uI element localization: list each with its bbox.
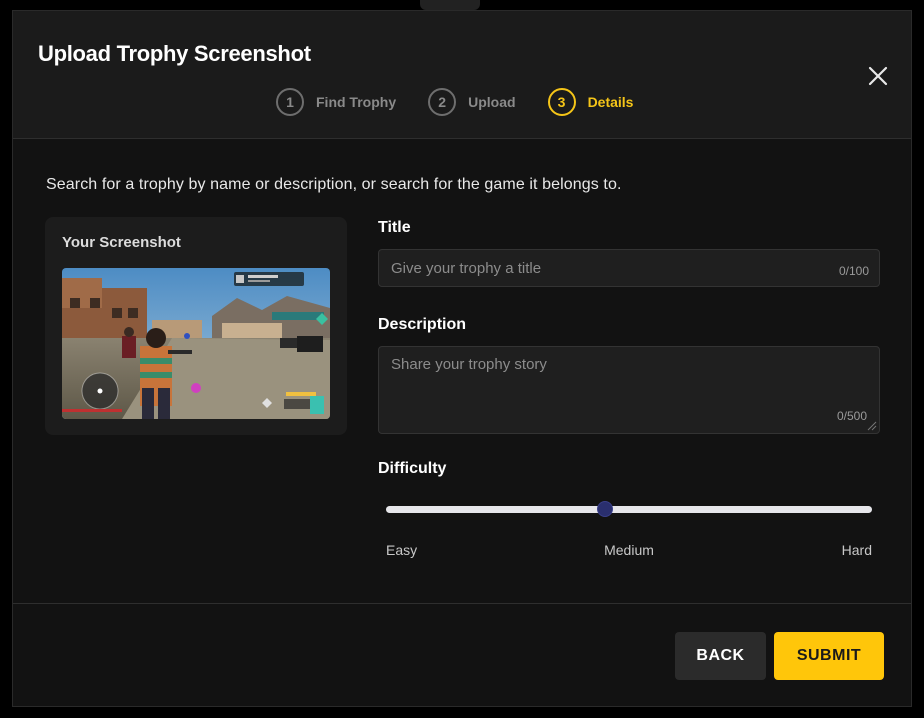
step-label: Details — [587, 94, 634, 110]
step-details[interactable]: 3 Details — [547, 88, 634, 116]
description-field-wrapper: 0/500 — [378, 346, 880, 434]
step-number: 1 — [276, 88, 304, 116]
step-label: Upload — [468, 94, 516, 110]
slider-thumb[interactable] — [596, 501, 613, 517]
details-form: Title 0/100 Description 0/500 Difficulty… — [378, 219, 880, 562]
resize-handle-icon[interactable] — [865, 419, 877, 431]
dialog-header: Upload Trophy Screenshot 1 Find Trophy 2… — [13, 11, 911, 139]
instructions-text: Search for a trophy by name or descripti… — [46, 176, 622, 193]
upload-trophy-dialog: Upload Trophy Screenshot 1 Find Trophy 2… — [12, 10, 912, 707]
close-icon — [868, 66, 888, 86]
step-find-trophy[interactable]: 1 Find Trophy — [276, 88, 396, 116]
step-label: Find Trophy — [316, 94, 397, 110]
game-screenshot-image — [62, 268, 330, 419]
backdrop-element — [420, 0, 480, 10]
title-char-counter: 0/100 — [838, 264, 869, 278]
title-field-wrapper: 0/100 — [378, 249, 880, 287]
difficulty-label-hard: Hard — [841, 542, 872, 558]
step-upload[interactable]: 2 Upload — [428, 88, 516, 116]
screenshot-card-title: Your Screenshot — [62, 234, 181, 251]
difficulty-label: Difficulty — [378, 460, 447, 477]
difficulty-slider[interactable] — [378, 488, 880, 528]
submit-button[interactable]: SUBMIT — [774, 632, 884, 680]
dialog-title: Upload Trophy Screenshot — [38, 41, 311, 66]
screenshot-image — [62, 268, 330, 419]
description-textarea[interactable] — [379, 347, 879, 433]
screenshot-card: Your Screenshot — [45, 217, 347, 435]
description-label: Description — [378, 316, 467, 333]
description-char-counter: 0/500 — [836, 409, 867, 423]
step-number: 2 — [428, 88, 457, 116]
stepper: 1 Find Trophy 2 Upload 3 Details — [276, 87, 665, 117]
step-number: 3 — [547, 88, 576, 116]
close-button[interactable] — [865, 63, 891, 89]
back-button[interactable]: BACK — [675, 632, 766, 680]
title-label: Title — [378, 219, 411, 236]
slider-track[interactable] — [386, 506, 872, 513]
difficulty-scale-labels: Easy Medium Hard — [378, 542, 880, 562]
difficulty-label-easy: Easy — [386, 542, 418, 558]
title-input[interactable] — [379, 250, 879, 286]
footer-divider — [13, 603, 911, 604]
difficulty-label-medium: Medium — [604, 542, 654, 558]
